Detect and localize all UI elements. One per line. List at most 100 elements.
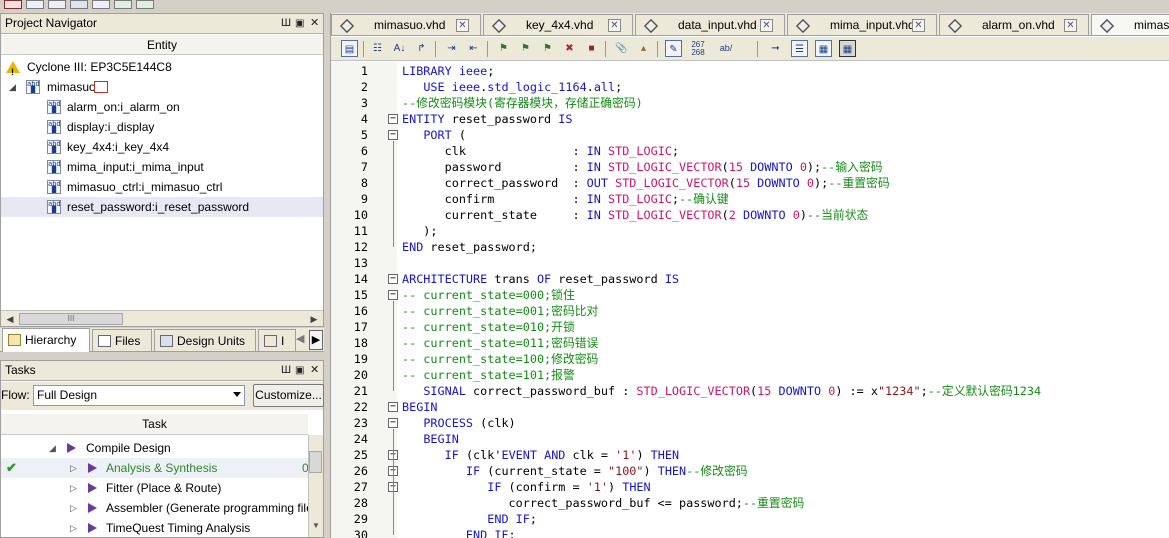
tab-files[interactable]: Files [92, 329, 152, 351]
code-line[interactable]: 20 -- current_state=101;报警 [331, 367, 1169, 383]
tree-item[interactable]: abd █ alarm_on:i_alarm_on [1, 97, 323, 117]
play-icon[interactable] [88, 523, 97, 533]
code-area[interactable]: 1 LIBRARY ieee; 2 USE ieee.std_logic_1164.… [331, 62, 1169, 538]
flow-select[interactable]: Full Design [33, 385, 245, 406]
pin-icon[interactable]: Ш [281, 361, 291, 380]
panel-icon[interactable]: ▦ [815, 40, 832, 57]
tab-scroll-right-icon[interactable]: ▶ [309, 330, 323, 350]
tree-item[interactable]: abd █ mimasuo_ctrl:i_mimasuo_ctrl [1, 177, 323, 197]
rtl-viewer-icon[interactable] [26, 0, 44, 9]
find-icon[interactable]: ☷ [369, 40, 386, 57]
fold-toggle[interactable]: − [388, 274, 398, 284]
template-icon[interactable]: ▴ [635, 40, 652, 57]
bookmark-icon[interactable]: ⚑ [495, 40, 512, 57]
tab-alarm-on-vhd[interactable]: alarm_on.vhd ✕ [939, 14, 1089, 35]
delete-bookmarks-icon[interactable]: ■ [583, 40, 600, 57]
close-icon[interactable]: ✕ [1064, 19, 1077, 32]
document-icon[interactable]: ▤ [341, 40, 358, 57]
expand-icon[interactable]: ▷ [70, 498, 77, 518]
vertical-scrollbar[interactable]: ▼ [308, 435, 323, 537]
tab-data-input-vhd[interactable]: data_input.vhd ✕ [635, 14, 785, 35]
tab-scroll-left-icon[interactable]: ◀ [296, 332, 304, 345]
attach-icon[interactable]: 📎 [613, 40, 630, 57]
netlist-icon[interactable] [114, 0, 132, 9]
comment-icon[interactable]: ✎ [665, 40, 682, 57]
play-icon[interactable] [88, 463, 97, 473]
tab-hierarchy[interactable]: Hierarchy [2, 328, 90, 352]
code-line[interactable]: 22 − BEGIN [331, 399, 1169, 415]
code-line[interactable]: 25− IF (clk'EVENT AND clk = '1') THEN [331, 447, 1169, 463]
expand-icon[interactable]: ▷ [70, 478, 77, 498]
code-line[interactable]: 2 USE ieee.std_logic_1164.all; [331, 79, 1169, 95]
code-line[interactable]: 8 correct_password : OUT STD_LOGIC_VECTO… [331, 175, 1169, 191]
tab-mima-input-vhd[interactable]: mima_input.vhd ✕ [787, 14, 937, 35]
check-icon[interactable] [136, 0, 154, 9]
play-icon[interactable] [88, 503, 97, 513]
arrow-right-icon[interactable]: ➞ [767, 40, 784, 57]
code-line[interactable]: 3 --修改密码模块(寄存器模块，存储正确密码) [331, 95, 1169, 111]
outdent-icon[interactable]: ⇤ [465, 40, 482, 57]
expand-icon[interactable]: ▷ [70, 458, 77, 478]
code-line[interactable]: 27− IF (confirm = '1') THEN [331, 479, 1169, 495]
code-line[interactable]: 6 clk : IN STD_LOGIC; [331, 143, 1169, 159]
tree-item-selected[interactable]: abd █ reset_password:i_reset_password [1, 197, 323, 217]
code-line[interactable]: 21 SIGNAL correct_password_buf : STD_LOG… [331, 383, 1169, 399]
tree-item[interactable]: abd █ key_4x4:i_key_4x4 [1, 137, 323, 157]
task-column-header[interactable]: Task [1, 414, 308, 435]
code-line[interactable]: 9 confirm : IN STD_LOGIC;--确认键 [331, 191, 1169, 207]
fold-toggle[interactable]: − [388, 402, 398, 412]
chip-planner-icon[interactable] [70, 0, 88, 9]
pin-icon[interactable]: Ш [281, 14, 291, 33]
programmer-icon[interactable] [92, 0, 110, 9]
tab-ip[interactable]: I [258, 329, 296, 351]
edit-icon[interactable] [48, 0, 66, 9]
scroll-down-icon[interactable]: ▼ [312, 521, 320, 530]
code-line[interactable]: 14 − ARCHITECTURE trans OF reset_password … [331, 271, 1169, 287]
collapse-icon[interactable]: ◢ [9, 77, 16, 97]
float-icon[interactable]: ▣ [295, 361, 304, 380]
close-icon[interactable]: ✕ [310, 14, 319, 33]
find-replace-icon[interactable]: A↓ [391, 40, 408, 57]
code-line[interactable]: 4 − ENTITY reset_password IS [331, 111, 1169, 127]
scroll-thumb[interactable] [309, 451, 322, 473]
code-line[interactable]: 18 -- current_state=011;密码错误 [331, 335, 1169, 351]
goto-line-icon[interactable]: ↱ [413, 40, 430, 57]
tab-mimasuo-vhd[interactable]: mimasuo.vhd ✕ [331, 14, 481, 35]
horizontal-scrollbar[interactable]: ◀ III ▶ [1, 310, 323, 326]
code-line[interactable]: 7 password : IN STD_LOGIC_VECTOR(15 DOWN… [331, 159, 1169, 175]
close-icon[interactable]: ✕ [760, 19, 773, 32]
code-line[interactable]: 1 LIBRARY ieee; [331, 63, 1169, 79]
entity-column-header[interactable]: Entity [1, 35, 323, 55]
code-line[interactable]: 17 -- current_state=010;开锁 [331, 319, 1169, 335]
line-number-toggle[interactable]: 267 268 [687, 40, 709, 57]
fold-toggle[interactable]: − [388, 418, 398, 428]
close-icon[interactable]: ✕ [310, 361, 319, 380]
task-row[interactable]: ◢ Compile Design [1, 438, 308, 458]
task-row[interactable]: ▷ Assembler (Generate programming files) [1, 498, 323, 518]
collapse-icon[interactable]: ◢ [49, 438, 56, 458]
code-line[interactable]: 26− IF (current_state = "100") THEN--修改密… [331, 463, 1169, 479]
fold-toggle[interactable]: − [388, 114, 398, 124]
close-icon[interactable]: ✕ [608, 19, 621, 32]
tab-mimasuo-ctrl[interactable]: mimasuo [1091, 14, 1169, 35]
code-line[interactable]: 11 ); [331, 223, 1169, 239]
tree-item[interactable]: abd █ display:i_display [1, 117, 323, 137]
tree-item[interactable]: abd █ mima_input:i_mima_input [1, 157, 323, 177]
device-row[interactable]: ! Cyclone III: EP3C5E144C8 [1, 57, 323, 77]
word-wrap-toggle[interactable]: ab/ [715, 40, 737, 57]
indent-icon[interactable]: ⇥ [443, 40, 460, 57]
tab-design-units[interactable]: Design Units [154, 329, 256, 351]
code-line[interactable]: 10 current_state : IN STD_LOGIC_VECTOR(2… [331, 207, 1169, 223]
task-row[interactable]: ✔ ▷ Analysis & Synthesis 0 [1, 458, 309, 478]
tab-key-4x4-vhd[interactable]: key_4x4.vhd ✕ [483, 14, 633, 35]
play-icon[interactable] [67, 443, 76, 453]
tree-root[interactable]: ◢ abd █ mimasuo [1, 77, 323, 97]
code-line[interactable]: 12 END reset_password; [331, 239, 1169, 255]
code-line[interactable]: 13 [331, 255, 1169, 271]
view-mode-icon[interactable]: ▦ [839, 40, 856, 57]
prev-bookmark-icon[interactable]: ⚑ [517, 40, 534, 57]
code-line[interactable]: 24 BEGIN [331, 431, 1169, 447]
scroll-right-icon[interactable]: ▶ [307, 312, 321, 326]
task-row[interactable]: ▷ TimeQuest Timing Analysis [1, 518, 308, 538]
float-icon[interactable]: ▣ [295, 14, 304, 33]
